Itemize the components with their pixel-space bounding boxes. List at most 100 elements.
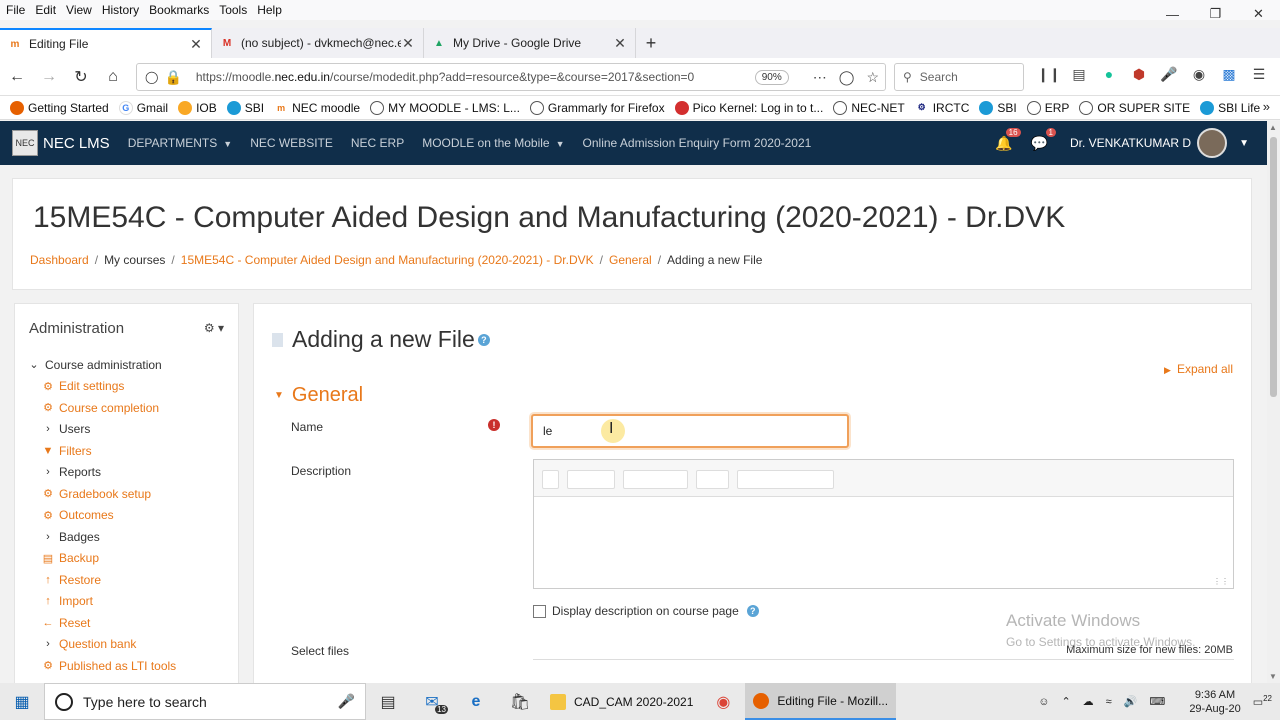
- avatar[interactable]: [1197, 128, 1228, 158]
- scroll-down-icon[interactable]: ▼: [1269, 672, 1277, 681]
- taskbar-search[interactable]: Type here to search 🎤: [44, 683, 366, 720]
- bookmark-or-super-site[interactable]: OR SUPER SITE: [1079, 100, 1190, 115]
- keyboard-icon[interactable]: ⌨: [1149, 695, 1165, 708]
- brand[interactable]: NEC NEC LMS: [12, 130, 110, 156]
- editor-toolbar-button[interactable]: [567, 470, 615, 489]
- close-window-icon[interactable]: ✕: [1237, 0, 1280, 28]
- volume-icon[interactable]: 🔊: [1124, 695, 1138, 708]
- search-box[interactable]: ⚲ Search: [894, 63, 1024, 91]
- menu-history[interactable]: History: [97, 3, 144, 17]
- extensions-icon[interactable]: ▩: [1214, 66, 1244, 83]
- nav-moodle-mobile[interactable]: MOODLE on the Mobile ▼: [422, 136, 564, 150]
- chevron-right-icon[interactable]: »: [1263, 99, 1270, 114]
- resize-grip-icon[interactable]: ⋮⋮: [1213, 577, 1229, 586]
- page-scrollbar[interactable]: ▲ ▼: [1267, 121, 1280, 683]
- address-bar[interactable]: ◯ 🔒 https://moodle.nec.edu.in/course/mod…: [136, 63, 886, 91]
- hamburger-menu-icon[interactable]: ☰: [1244, 66, 1274, 83]
- admin-item-gradebook-setup[interactable]: ⚙ Gradebook setup: [27, 483, 176, 505]
- maximize-icon[interactable]: ❐: [1194, 0, 1237, 28]
- bookmark-star-icon[interactable]: ☆: [866, 69, 879, 86]
- user-menu-caret-icon[interactable]: ▼: [1239, 138, 1249, 149]
- lock-icon[interactable]: 🔒: [164, 69, 181, 86]
- description-editor[interactable]: ⋮⋮: [533, 459, 1234, 589]
- bookmark-pico-kernel[interactable]: Pico Kernel: Log in to t...: [674, 100, 823, 115]
- zoom-badge[interactable]: 90%: [754, 69, 789, 85]
- display-description-checkbox[interactable]: [533, 604, 546, 618]
- admin-item-import[interactable]: ↑ Import: [27, 591, 176, 613]
- tab-editing-file[interactable]: m Editing File ✕: [0, 28, 212, 58]
- close-tab-icon[interactable]: ✕: [189, 36, 203, 53]
- display-description-option[interactable]: Display description on course page ?: [533, 604, 759, 618]
- admin-item-published-lti[interactable]: ⚙ Published as LTI tools: [27, 655, 176, 677]
- url-text[interactable]: https://moodle.nec.edu.in/course/modedit…: [196, 70, 755, 84]
- editor-toolbar-button[interactable]: [737, 470, 834, 489]
- admin-item-filters[interactable]: ▼ Filters: [27, 440, 176, 462]
- admin-item-course-completion[interactable]: ⚙ Course completion: [27, 397, 176, 419]
- scroll-up-icon[interactable]: ▲: [1269, 123, 1277, 132]
- menu-view[interactable]: View: [61, 3, 97, 17]
- bookmark-grammarly[interactable]: Grammarly for Firefox: [529, 100, 665, 115]
- tab-google-drive[interactable]: ▲ My Drive - Google Drive ✕: [424, 28, 636, 58]
- back-icon[interactable]: ←: [2, 62, 32, 92]
- breadcrumb-general[interactable]: General: [609, 253, 652, 267]
- menu-help[interactable]: Help: [252, 3, 287, 17]
- admin-item-outcomes[interactable]: ⚙ Outcomes: [27, 505, 176, 527]
- home-icon[interactable]: ⌂: [98, 62, 128, 92]
- pocket-icon[interactable]: ◯: [839, 69, 855, 86]
- editor-toolbar-button[interactable]: [542, 470, 559, 489]
- bookmark-sbi[interactable]: SBI: [226, 100, 264, 115]
- menu-tools[interactable]: Tools: [214, 3, 252, 17]
- close-tab-icon[interactable]: ✕: [401, 35, 415, 52]
- taskbar-app-folder[interactable]: CAD_CAM 2020-2021: [542, 683, 701, 720]
- windows-start-icon[interactable]: ▦: [0, 683, 44, 720]
- breadcrumb-course[interactable]: 15ME54C - Computer Aided Design and Manu…: [181, 253, 594, 267]
- breadcrumb-my-courses[interactable]: My courses: [104, 253, 165, 267]
- editor-toolbar-button[interactable]: [696, 470, 729, 489]
- nav-nec-erp[interactable]: NEC ERP: [351, 136, 404, 150]
- new-tab-button[interactable]: +: [636, 28, 666, 58]
- user-name[interactable]: Dr. VENKATKUMAR D: [1070, 136, 1191, 150]
- people-icon[interactable]: ☺: [1038, 696, 1049, 708]
- onedrive-icon[interactable]: ☁: [1083, 695, 1094, 708]
- bookmark-my-moodle[interactable]: MY MOODLE - LMS: L...: [370, 100, 520, 115]
- adblock-icon[interactable]: ⬢: [1124, 66, 1154, 83]
- grammarly-icon[interactable]: ●: [1094, 66, 1124, 83]
- wifi-icon[interactable]: ≈: [1106, 696, 1112, 708]
- microphone-icon[interactable]: 🎤: [1154, 66, 1184, 83]
- nav-nec-website[interactable]: NEC WEBSITE: [250, 136, 333, 150]
- bookmark-erp[interactable]: ERP: [1026, 100, 1069, 115]
- admin-item-backup[interactable]: ▤ Backup: [27, 548, 176, 570]
- course-administration-node[interactable]: ⌄ Course administration: [27, 354, 176, 376]
- admin-item-users[interactable]: › Users: [27, 419, 176, 441]
- admin-item-badges[interactable]: › Badges: [27, 526, 176, 548]
- expand-all-link[interactable]: ▶ Expand all: [1164, 362, 1233, 376]
- close-tab-icon[interactable]: ✕: [613, 35, 627, 52]
- bookmark-irctc[interactable]: ⚙ IRCTC: [914, 100, 969, 115]
- action-center-icon[interactable]: ▭22: [1253, 694, 1272, 709]
- name-input[interactable]: [531, 414, 849, 448]
- admin-item-edit-settings[interactable]: ⚙ Edit settings: [27, 376, 176, 398]
- bookmark-gmail[interactable]: G Gmail: [118, 100, 168, 115]
- admin-item-reports[interactable]: › Reports: [27, 462, 176, 484]
- admin-item-restore[interactable]: ↑ Restore: [27, 569, 176, 591]
- account-icon[interactable]: ◉: [1184, 66, 1214, 83]
- more-actions-icon[interactable]: ⋯: [813, 69, 827, 86]
- bookmark-nec-net[interactable]: NEC-NET: [833, 100, 905, 115]
- block-actions-gear-icon[interactable]: ⚙ ▾: [204, 321, 224, 335]
- mail-icon[interactable]: ✉ 13: [410, 683, 454, 720]
- chevron-up-icon[interactable]: ⌃: [1061, 695, 1070, 708]
- messages-icon[interactable]: 💬 1: [1031, 127, 1056, 152]
- menu-edit[interactable]: Edit: [30, 3, 61, 17]
- forward-icon[interactable]: →: [34, 62, 64, 92]
- taskbar-app-firefox[interactable]: Editing File - Mozill...: [745, 683, 897, 720]
- store-icon[interactable]: 🛍: [498, 683, 542, 720]
- notifications-bell-icon[interactable]: 🔔 16: [995, 127, 1021, 152]
- help-icon[interactable]: ?: [477, 333, 490, 346]
- bookmark-nec-moodle[interactable]: m NEC moodle: [274, 100, 360, 115]
- edge-icon[interactable]: e: [454, 683, 498, 720]
- task-view-icon[interactable]: ▤: [366, 683, 410, 720]
- bookmark-getting-started[interactable]: Getting Started: [10, 100, 109, 115]
- nav-departments[interactable]: DEPARTMENTS ▼: [128, 136, 233, 150]
- sidebar-icon[interactable]: ▤: [1064, 66, 1094, 83]
- bookmark-sbi-life[interactable]: SBI Life: [1200, 100, 1260, 115]
